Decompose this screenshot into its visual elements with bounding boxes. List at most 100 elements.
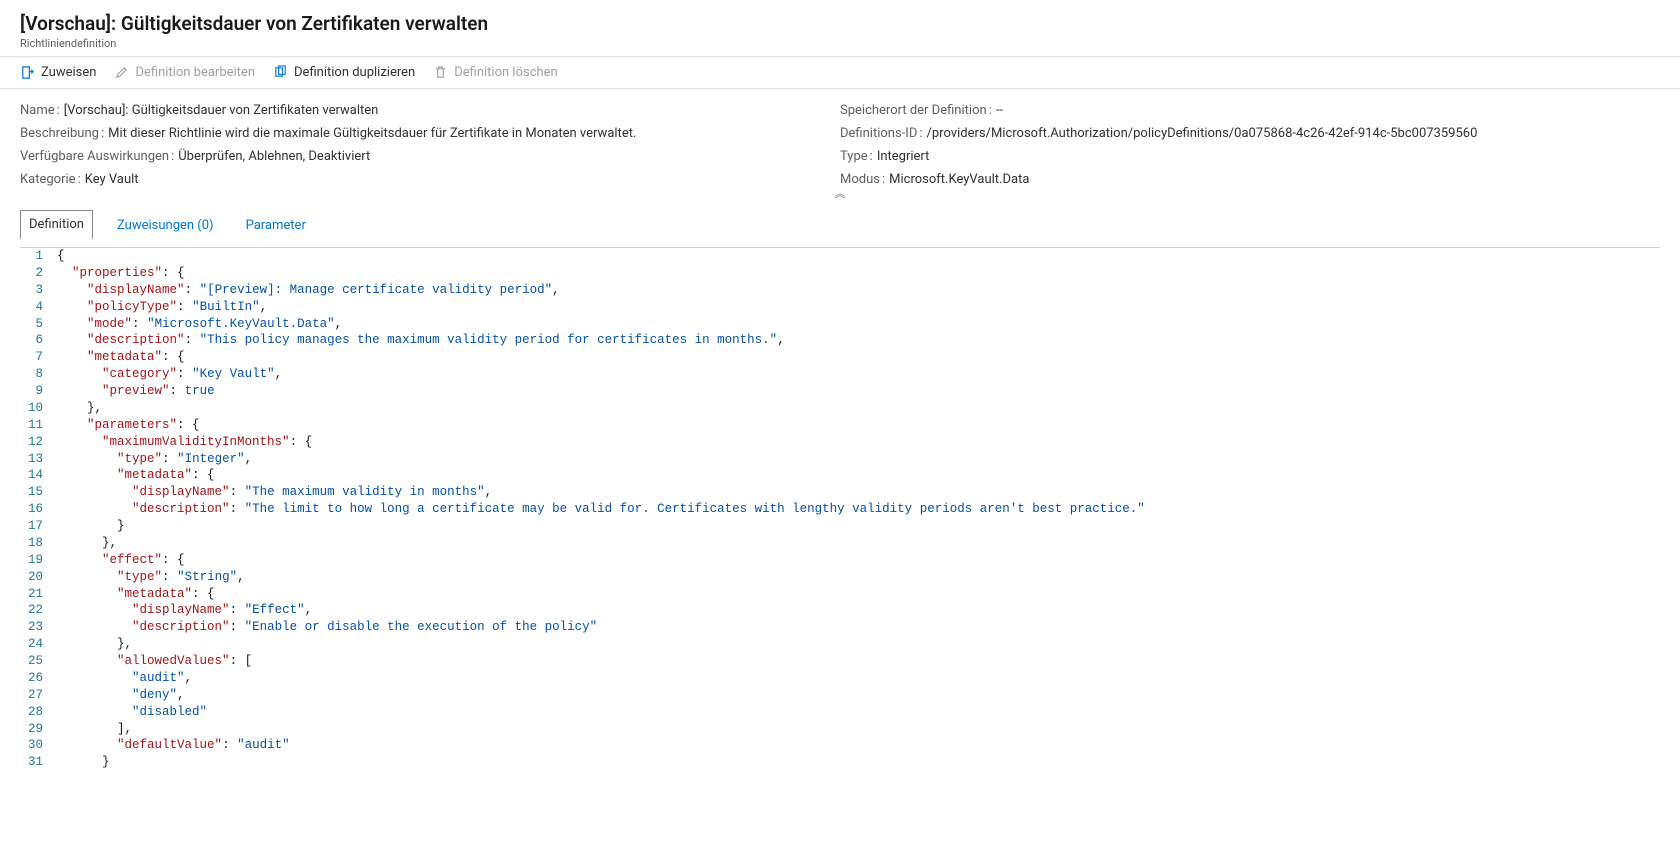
tab-bar: Definition Zuweisungen (0) Parameter <box>0 199 1680 239</box>
detail-value: Überprüfen, Ablehnen, Deaktiviert <box>178 149 370 164</box>
code-line[interactable]: }, <box>57 400 1660 417</box>
detail-value: /providers/Microsoft.Authorization/polic… <box>927 126 1478 141</box>
code-line[interactable]: "metadata": { <box>57 349 1660 366</box>
detail-row: Modus : Microsoft.KeyVault.Data <box>840 172 1660 187</box>
code-line[interactable]: "mode": "Microsoft.KeyVault.Data", <box>57 316 1660 333</box>
details-left: Name : [Vorschau]: Gültigkeitsdauer von … <box>20 103 840 195</box>
code-line[interactable]: "policyType": "BuiltIn", <box>57 299 1660 316</box>
toolbar: Zuweisen Definition bearbeiten Definitio… <box>0 57 1680 89</box>
line-number: 30 <box>20 737 57 754</box>
line-number: 13 <box>20 451 57 468</box>
code-line[interactable]: "type": "String", <box>57 569 1660 586</box>
code-line[interactable]: "preview": true <box>57 383 1660 400</box>
duplicate-definition-button[interactable]: Definition duplizieren <box>273 65 415 80</box>
assign-button[interactable]: Zuweisen <box>20 65 96 80</box>
code-line[interactable]: "effect": { <box>57 552 1660 569</box>
detail-value: [Vorschau]: Gültigkeitsdauer von Zertifi… <box>64 103 379 118</box>
page-header: [Vorschau]: Gültigkeitsdauer von Zertifi… <box>0 0 1680 57</box>
collapse-caret-icon[interactable]: ︽ <box>835 185 846 201</box>
code-editor[interactable]: 1{2 "properties": {3 "displayName": "[Pr… <box>20 247 1660 771</box>
code-line[interactable]: "defaultValue": "audit" <box>57 737 1660 754</box>
page-title: [Vorschau]: Gültigkeitsdauer von Zertifi… <box>20 12 1660 35</box>
code-line[interactable]: "displayName": "The maximum validity in … <box>57 484 1660 501</box>
line-number: 16 <box>20 501 57 518</box>
detail-label: Verfügbare Auswirkungen <box>20 149 169 164</box>
assign-label: Zuweisen <box>41 65 96 80</box>
line-number: 21 <box>20 586 57 603</box>
line-number: 27 <box>20 687 57 704</box>
detail-row: Verfügbare Auswirkungen : Überprüfen, Ab… <box>20 149 840 164</box>
delete-label: Definition löschen <box>454 65 558 80</box>
line-number: 1 <box>20 248 57 265</box>
code-line[interactable]: "audit", <box>57 670 1660 687</box>
code-line[interactable]: "description": "The limit to how long a … <box>57 501 1660 518</box>
line-number: 5 <box>20 316 57 333</box>
code-line[interactable]: "parameters": { <box>57 417 1660 434</box>
line-number: 7 <box>20 349 57 366</box>
code-line[interactable]: }, <box>57 535 1660 552</box>
line-number: 20 <box>20 569 57 586</box>
code-line[interactable]: "displayName": "Effect", <box>57 602 1660 619</box>
detail-label: Type <box>840 149 868 164</box>
code-line[interactable]: "metadata": { <box>57 467 1660 484</box>
detail-row: Kategorie : Key Vault <box>20 172 840 187</box>
line-number: 9 <box>20 383 57 400</box>
line-number: 15 <box>20 484 57 501</box>
line-number: 26 <box>20 670 57 687</box>
line-number: 3 <box>20 282 57 299</box>
detail-row: Type : Integriert <box>840 149 1660 164</box>
code-line[interactable]: "type": "Integer", <box>57 451 1660 468</box>
detail-row: Beschreibung : Mit dieser Richtlinie wir… <box>20 126 840 141</box>
detail-label: Beschreibung <box>20 126 99 141</box>
detail-label: Name <box>20 103 55 118</box>
line-number: 12 <box>20 434 57 451</box>
detail-label: Kategorie <box>20 172 76 187</box>
detail-value: Microsoft.KeyVault.Data <box>889 172 1029 187</box>
code-line[interactable]: "disabled" <box>57 704 1660 721</box>
line-number: 24 <box>20 636 57 653</box>
code-line[interactable]: } <box>57 518 1660 535</box>
detail-label: Definitions-ID <box>840 126 917 141</box>
tab-assignments[interactable]: Zuweisungen (0) <box>109 212 222 239</box>
line-number: 4 <box>20 299 57 316</box>
line-number: 31 <box>20 754 57 771</box>
line-number: 25 <box>20 653 57 670</box>
code-line[interactable]: "properties": { <box>57 265 1660 282</box>
detail-label: Modus <box>840 172 880 187</box>
tab-definition[interactable]: Definition <box>20 210 93 240</box>
code-line[interactable]: "metadata": { <box>57 586 1660 603</box>
code-line[interactable]: "category": "Key Vault", <box>57 366 1660 383</box>
code-line[interactable]: "description": "This policy manages the … <box>57 332 1660 349</box>
detail-label: Speicherort der Definition <box>840 103 987 118</box>
assign-icon <box>20 65 35 80</box>
detail-row: Name : [Vorschau]: Gültigkeitsdauer von … <box>20 103 840 118</box>
code-line[interactable]: "description": "Enable or disable the ex… <box>57 619 1660 636</box>
details-pane: Name : [Vorschau]: Gültigkeitsdauer von … <box>0 89 1680 199</box>
code-line[interactable]: ], <box>57 721 1660 738</box>
copy-icon <box>273 65 288 80</box>
code-line[interactable]: "displayName": "[Preview]: Manage certif… <box>57 282 1660 299</box>
detail-row: Speicherort der Definition : -- <box>840 103 1660 118</box>
page-subtitle: Richtliniendefinition <box>20 37 1660 50</box>
code-line[interactable]: } <box>57 754 1660 771</box>
line-number: 14 <box>20 467 57 484</box>
line-number: 11 <box>20 417 57 434</box>
code-line[interactable]: "maximumValidityInMonths": { <box>57 434 1660 451</box>
trash-icon <box>433 65 448 80</box>
line-number: 29 <box>20 721 57 738</box>
line-number: 6 <box>20 332 57 349</box>
code-line[interactable]: "allowedValues": [ <box>57 653 1660 670</box>
line-number: 10 <box>20 400 57 417</box>
tab-parameters[interactable]: Parameter <box>238 212 314 239</box>
code-line[interactable]: { <box>57 248 1660 265</box>
code-line[interactable]: "deny", <box>57 687 1660 704</box>
edit-label: Definition bearbeiten <box>135 65 255 80</box>
delete-definition-button: Definition löschen <box>433 65 558 80</box>
line-number: 28 <box>20 704 57 721</box>
line-number: 2 <box>20 265 57 282</box>
details-right: Speicherort der Definition : -- Definitio… <box>840 103 1660 195</box>
line-number: 23 <box>20 619 57 636</box>
duplicate-label: Definition duplizieren <box>294 65 415 80</box>
code-line[interactable]: }, <box>57 636 1660 653</box>
detail-row: Definitions-ID : /providers/Microsoft.Au… <box>840 126 1660 141</box>
